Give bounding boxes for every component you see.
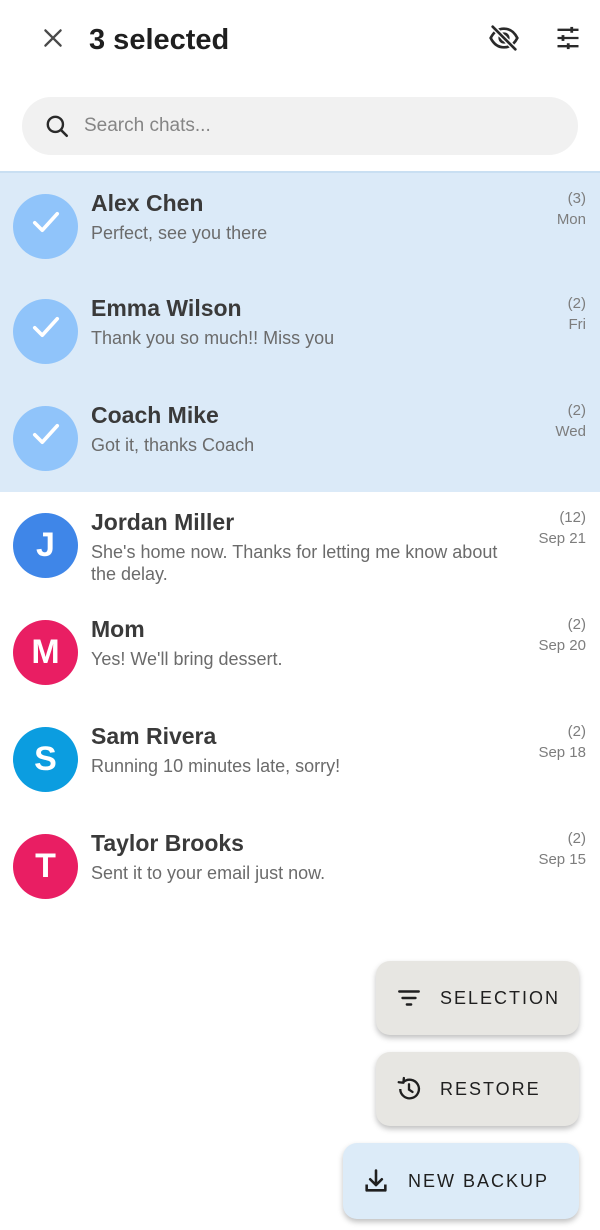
avatar[interactable]: T bbox=[13, 834, 78, 899]
selection-count-title: 3 selected bbox=[89, 24, 230, 56]
chat-list: Alex Chen Perfect, see you there (3) Mon… bbox=[0, 171, 600, 920]
checkmark-icon bbox=[28, 416, 64, 461]
last-message-date: Sep 21 bbox=[538, 530, 586, 547]
contact-name: Alex Chen bbox=[91, 190, 204, 216]
top-app-bar: 3 selected bbox=[0, 0, 600, 80]
chat-row-alex-chen[interactable]: Alex Chen Perfect, see you there (3) Mon bbox=[0, 171, 600, 278]
message-preview: Thank you so much!! Miss you bbox=[91, 328, 335, 348]
last-message-date: Sep 20 bbox=[538, 637, 586, 654]
restore-button-label: RESTORE bbox=[440, 1078, 541, 1099]
close-icon bbox=[40, 25, 66, 56]
new-backup-button[interactable]: NEW BACKUP bbox=[343, 1143, 579, 1219]
message-preview: Got it, thanks Coach bbox=[91, 435, 255, 455]
search-icon bbox=[44, 113, 70, 139]
checkmark-icon bbox=[28, 204, 64, 249]
message-preview: Running 10 minutes late, sorry! bbox=[91, 756, 341, 776]
new-backup-button-label: NEW BACKUP bbox=[408, 1170, 550, 1191]
message-count: (12) bbox=[559, 509, 586, 526]
selected-check-avatar[interactable] bbox=[13, 406, 78, 471]
chat-row-taylor-brooks[interactable]: T Taylor Brooks Sent it to your email ju… bbox=[0, 813, 600, 920]
filter-list-icon bbox=[394, 983, 424, 1013]
eye-off-icon bbox=[488, 22, 520, 59]
hide-chats-button[interactable] bbox=[480, 18, 528, 62]
search-input[interactable] bbox=[82, 114, 546, 138]
contact-name: Jordan Miller bbox=[91, 509, 235, 535]
message-preview: Yes! We'll bring dessert. bbox=[91, 649, 283, 669]
selection-button[interactable]: SELECTION bbox=[376, 961, 579, 1035]
message-count: (2) bbox=[567, 723, 586, 740]
search-bar[interactable] bbox=[22, 97, 578, 155]
download-icon bbox=[361, 1166, 391, 1196]
avatar[interactable]: S bbox=[13, 727, 78, 792]
last-message-date: Mon bbox=[556, 211, 586, 228]
chat-row-sam-rivera[interactable]: S Sam Rivera Running 10 minutes late, so… bbox=[0, 706, 600, 813]
contact-name: Sam Rivera bbox=[91, 723, 217, 749]
chat-row-mom[interactable]: M Mom Yes! We'll bring dessert. (2) Sep … bbox=[0, 599, 600, 706]
restore-button[interactable]: RESTORE bbox=[376, 1052, 579, 1126]
last-message-date: Sep 15 bbox=[538, 851, 586, 868]
filter-settings-button[interactable] bbox=[545, 18, 591, 62]
contact-name: Mom bbox=[91, 616, 145, 642]
message-count: (2) bbox=[567, 402, 586, 419]
last-message-date: Fri bbox=[568, 316, 587, 333]
last-message-date: Wed bbox=[555, 423, 586, 440]
avatar[interactable]: M bbox=[13, 620, 78, 685]
history-icon bbox=[394, 1074, 424, 1104]
message-preview: Perfect, see you there bbox=[91, 223, 268, 243]
contact-name: Taylor Brooks bbox=[91, 830, 244, 856]
avatar[interactable]: J bbox=[13, 513, 78, 578]
message-count: (3) bbox=[567, 190, 586, 207]
contact-name: Emma Wilson bbox=[91, 295, 242, 321]
selected-check-avatar[interactable] bbox=[13, 299, 78, 364]
tune-icon bbox=[554, 24, 582, 57]
close-selection-button[interactable] bbox=[28, 18, 78, 62]
selected-check-avatar[interactable] bbox=[13, 194, 78, 259]
contact-name: Coach Mike bbox=[91, 402, 219, 428]
chat-row-jordan-miller[interactable]: J Jordan Miller She's home now. Thanks f… bbox=[0, 492, 600, 599]
message-preview: Sent it to your email just now. bbox=[91, 863, 326, 883]
last-message-date: Sep 18 bbox=[538, 744, 586, 761]
chat-row-emma-wilson[interactable]: Emma Wilson Thank you so much!! Miss you… bbox=[0, 278, 600, 385]
message-preview: She's home now. Thanks for letting me kn… bbox=[91, 542, 498, 584]
checkmark-icon bbox=[28, 309, 64, 354]
message-count: (2) bbox=[567, 830, 586, 847]
chat-row-coach-mike[interactable]: Coach Mike Got it, thanks Coach (2) Wed bbox=[0, 385, 600, 492]
message-count: (2) bbox=[567, 616, 586, 633]
message-count: (2) bbox=[567, 295, 586, 312]
selection-button-label: SELECTION bbox=[440, 987, 561, 1008]
